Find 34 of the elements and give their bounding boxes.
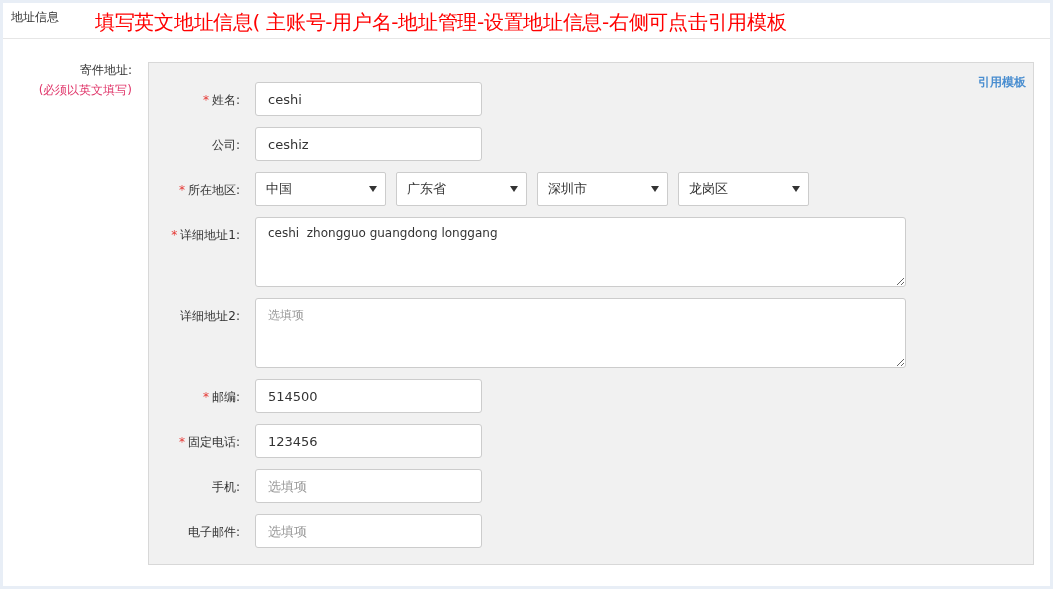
note-text: (必须以英文填写) bbox=[38, 82, 132, 99]
field-label: 公司: bbox=[211, 138, 240, 152]
dropdown[interactable]: 深圳市 bbox=[537, 172, 668, 206]
field-label: 详细地址1: bbox=[180, 228, 240, 242]
field-label: 姓名: bbox=[211, 93, 240, 107]
required-mark: * bbox=[178, 183, 185, 197]
input-field[interactable]: 选填项 bbox=[255, 469, 482, 503]
field-label: 寄件地址: bbox=[79, 62, 132, 79]
dropdown[interactable]: 龙岗区 bbox=[678, 172, 809, 206]
required-mark: * bbox=[178, 435, 185, 449]
caret-icon bbox=[369, 186, 377, 192]
input-field[interactable]: ceshiz bbox=[255, 127, 482, 161]
required-mark: * bbox=[202, 93, 209, 107]
caret-icon bbox=[792, 186, 800, 192]
input-field[interactable]: ceshi zhongguo guangdong longgang bbox=[255, 217, 906, 287]
field-label: 手机: bbox=[211, 480, 240, 494]
dropdown[interactable]: 广东省 bbox=[396, 172, 527, 206]
required-mark: * bbox=[202, 390, 209, 404]
caret-icon bbox=[651, 186, 659, 192]
required-mark: * bbox=[171, 228, 178, 242]
field-label: 固定电话: bbox=[187, 435, 240, 449]
field-label: 电子邮件: bbox=[187, 525, 240, 539]
input-field[interactable]: 514500 bbox=[255, 379, 482, 413]
input-field[interactable]: 选填项 bbox=[255, 298, 906, 368]
input-field[interactable]: ceshi bbox=[255, 82, 482, 116]
field-label: 详细地址2: bbox=[180, 309, 240, 323]
caret-icon bbox=[510, 186, 518, 192]
field-label: 所在地区: bbox=[187, 183, 240, 197]
annotation-text: 填写英文地址信息( 主账号-用户名-地址管理-设置地址信息-右侧可点击引用模板 bbox=[95, 9, 787, 36]
field-label: 邮编: bbox=[211, 390, 240, 404]
dropdown[interactable]: 中国 bbox=[255, 172, 386, 206]
input-field[interactable]: 123456 bbox=[255, 424, 482, 458]
section-title: 地址信息 bbox=[11, 9, 59, 26]
input-field[interactable]: 选填项 bbox=[255, 514, 482, 548]
